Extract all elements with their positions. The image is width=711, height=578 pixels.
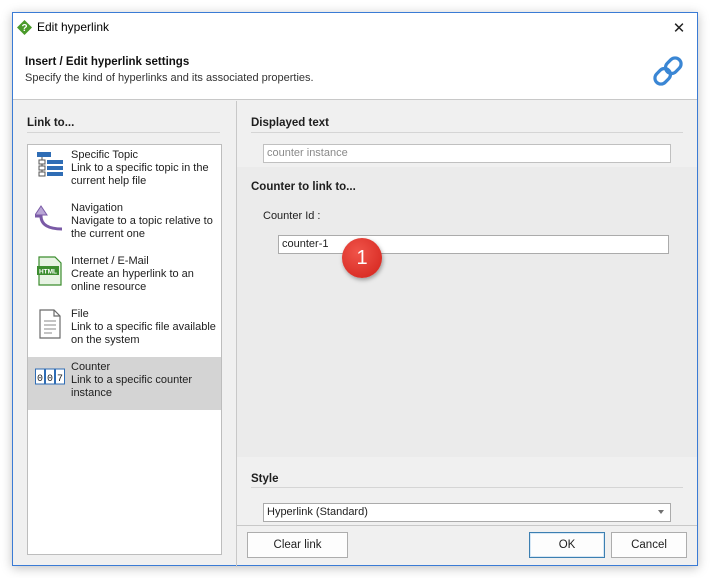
html-file-icon: HTML: [37, 256, 62, 286]
list-item-internet-email[interactable]: HTML Internet / E-Mail Create an hyperli…: [28, 251, 221, 304]
displayed-text-field[interactable]: counter instance: [263, 144, 671, 163]
dialog-header: Insert / Edit hyperlink settings Specify…: [13, 43, 697, 100]
style-dropdown[interactable]: Hyperlink (Standard): [263, 503, 671, 522]
close-icon: ✕: [672, 20, 686, 37]
displayed-text-label: Displayed text: [251, 117, 329, 129]
step-badge: 1: [342, 238, 382, 278]
counter-panel: Counter to link to... Counter Id : count…: [237, 167, 697, 457]
counter-id-label: Counter Id :: [263, 210, 321, 222]
settings-pane: Displayed text counter instance Counter …: [237, 101, 697, 525]
header-subtitle: Specify the kind of hyperlinks and its a…: [25, 72, 314, 84]
item-title: Specific Topic: [71, 149, 139, 161]
svg-text:0: 0: [47, 374, 53, 385]
app-logo-icon: ?: [17, 20, 32, 35]
footer-separator: [237, 525, 697, 526]
title-bar: ? Edit hyperlink ✕: [13, 13, 697, 43]
chain-link-icon: [653, 56, 683, 86]
svg-text:HTML: HTML: [39, 268, 57, 275]
counter-section-label: Counter to link to...: [251, 181, 356, 193]
window-title: Edit hyperlink: [37, 20, 110, 34]
item-description: Link to a specific topic in the current …: [71, 162, 209, 187]
counter-id-input[interactable]: counter-1: [278, 235, 669, 254]
item-title: File: [71, 308, 89, 320]
style-separator: [251, 487, 683, 488]
item-description: Link to a specific counter instance: [71, 374, 193, 399]
item-description: Create an hyperlink to an online resourc…: [71, 268, 194, 293]
edit-hyperlink-dialog: ? Edit hyperlink ✕ Insert / Edit hyperli…: [12, 12, 698, 567]
close-button[interactable]: ✕: [667, 16, 691, 40]
ok-button[interactable]: OK: [529, 532, 605, 558]
displayed-text-separator: [251, 132, 683, 133]
item-description: Navigate to a topic relative to the curr…: [71, 215, 213, 240]
item-title: Navigation: [71, 202, 123, 214]
item-title: Counter: [71, 361, 111, 373]
list-item-specific-topic[interactable]: Specific Topic Link to a specific topic …: [28, 145, 221, 198]
svg-text:?: ?: [21, 23, 27, 34]
link-type-pane: Link to... Specific Topic Link to a spec…: [13, 101, 236, 565]
svg-text:7: 7: [57, 374, 63, 385]
file-icon: [39, 309, 61, 339]
list-item-file[interactable]: File Link to a specific file available o…: [28, 304, 221, 357]
navigation-arrow-icon: [35, 205, 63, 231]
counter-icon: 0 0 7: [35, 368, 65, 385]
list-item-navigation[interactable]: Navigation Navigate to a topic relative …: [28, 198, 221, 251]
header-title: Insert / Edit hyperlink settings: [25, 56, 190, 68]
topic-tree-icon: [37, 152, 63, 177]
svg-text:0: 0: [37, 374, 43, 385]
style-dropdown-value: Hyperlink (Standard): [267, 506, 368, 518]
clear-link-button[interactable]: Clear link: [247, 532, 348, 558]
item-title: Internet / E-Mail: [71, 255, 149, 267]
chevron-down-icon: [658, 510, 664, 514]
link-to-separator: [27, 132, 220, 133]
link-to-label: Link to...: [27, 117, 75, 129]
style-label: Style: [251, 473, 279, 485]
link-type-list: Specific Topic Link to a specific topic …: [27, 144, 222, 555]
item-description: Link to a specific file available on the…: [71, 321, 216, 346]
cancel-button[interactable]: Cancel: [611, 532, 687, 558]
list-item-counter[interactable]: 0 0 7 Counter Link to a specific counter…: [28, 357, 221, 410]
